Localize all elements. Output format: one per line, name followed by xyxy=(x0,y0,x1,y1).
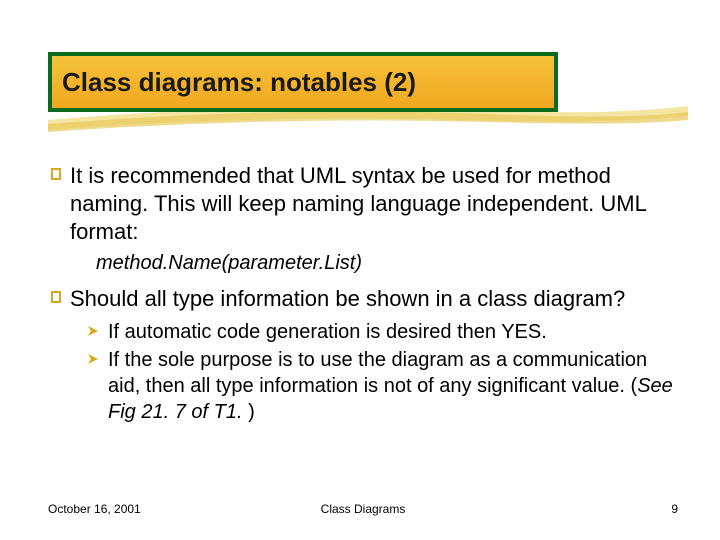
footer-title: Class Diagrams xyxy=(321,502,406,516)
bullet-icon xyxy=(48,162,70,246)
footer-page-number: 9 xyxy=(671,502,678,516)
sub-bullet-item: If automatic code generation is desired … xyxy=(86,319,678,345)
sub-bullet-list: If automatic code generation is desired … xyxy=(86,319,678,425)
bullet-item: It is recommended that UML syntax be use… xyxy=(48,162,678,246)
bullet-text: It is recommended that UML syntax be use… xyxy=(70,162,678,246)
bullet-item: Should all type information be shown in … xyxy=(48,285,678,313)
sub-bullet-item: If the sole purpose is to use the diagra… xyxy=(86,347,678,425)
bullet-text: Should all type information be shown in … xyxy=(70,285,625,313)
sub-bullet-text: If automatic code generation is desired … xyxy=(108,319,547,345)
footer-date: October 16, 2001 xyxy=(48,502,141,516)
slide-title-box: Class diagrams: notables (2) xyxy=(48,52,558,112)
sub-bullet-icon xyxy=(86,347,108,425)
code-example: method.Name(parameter.List) xyxy=(96,252,678,275)
slide-footer: October 16, 2001 Class Diagrams 9 xyxy=(48,502,678,516)
sub-text-part: If the sole purpose is to use the diagra… xyxy=(108,349,647,397)
sub-bullet-text: If the sole purpose is to use the diagra… xyxy=(108,347,678,425)
slide-body: It is recommended that UML syntax be use… xyxy=(48,162,678,427)
sub-text-part: ) xyxy=(243,401,255,423)
slide-title: Class diagrams: notables (2) xyxy=(62,67,416,98)
sub-bullet-icon xyxy=(86,319,108,345)
bullet-icon xyxy=(48,285,70,313)
